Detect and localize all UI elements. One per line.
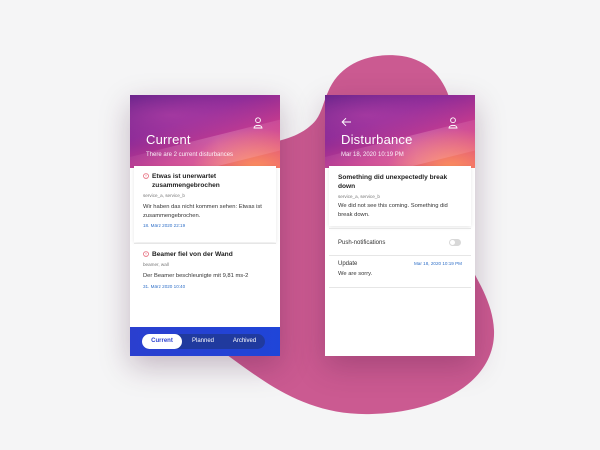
page-subtitle: There are 2 current disturbances [146,152,234,158]
update-text: We are sorry. [338,271,373,277]
disturbance-card[interactable]: Etwas ist unerwartet zusammengebrochen s… [134,166,276,242]
disturbance-tags: service_a, service_b [338,194,380,199]
user-icon[interactable] [448,117,458,129]
background-blob [142,55,495,415]
arrow-left-icon[interactable] [341,117,352,127]
disturbance-tags: service_a, service_b [143,193,185,198]
page-subtitle: Mar 18, 2020 10:19 PM [341,152,404,158]
divider [329,228,471,229]
disturbance-title: Something did unexpectedly break down [338,174,448,190]
page-title: Disturbance [341,132,413,147]
divider [329,255,471,256]
disturbance-description: We did not see this coming. Something di… [338,203,448,218]
disturbance-time: 31. März 2020 10:40 [143,283,186,289]
disturbance-time: 18. März 2020 22:19 [143,223,186,228]
warning-circle-icon [143,173,149,179]
page-title: Current [146,132,191,147]
current-screen: Current There are 2 current disturbances… [130,95,280,356]
disturbance-detail-screen: Disturbance Mar 18, 2020 10:19 PM Someth… [325,95,475,356]
tab-archived[interactable]: Archived [224,334,265,349]
disturbance-description: Wir haben das nicht kommen sehen: Etwas … [143,204,262,219]
update-time: Mar 18, 2020 10:19 PM [413,261,462,266]
disturbance-title: Etwas ist unerwartet zusammengebrochen [152,173,220,189]
current-header: Current There are 2 current disturbances [130,95,280,168]
disturbance-tags: beamer, wall [143,262,169,267]
tab-planned[interactable]: Planned [183,334,223,349]
push-notifications-label: Push-notifications [338,240,386,246]
push-notifications-toggle[interactable] [449,239,461,246]
disturbance-detail-card: Something did unexpectedly break down se… [329,166,471,226]
disturbance-description: Der Beamer beschleunigte mit 9,81 ms-2 [143,273,249,279]
tab-current[interactable]: Current [142,334,182,349]
disturbance-title: Beamer fiel von der Wand [152,251,233,258]
user-icon[interactable] [253,117,263,129]
update-entry: Update Mar 18, 2020 10:19 PM We are sorr… [329,261,471,287]
tab-bar: Current Planned Archived [130,327,280,356]
warning-circle-icon [143,251,149,257]
detail-header: Disturbance Mar 18, 2020 10:19 PM [325,95,475,168]
divider [329,287,471,288]
push-notifications-row: Push-notifications [329,235,471,251]
disturbance-card[interactable]: Beamer fiel von der Wand beamer, wall De… [134,244,276,312]
